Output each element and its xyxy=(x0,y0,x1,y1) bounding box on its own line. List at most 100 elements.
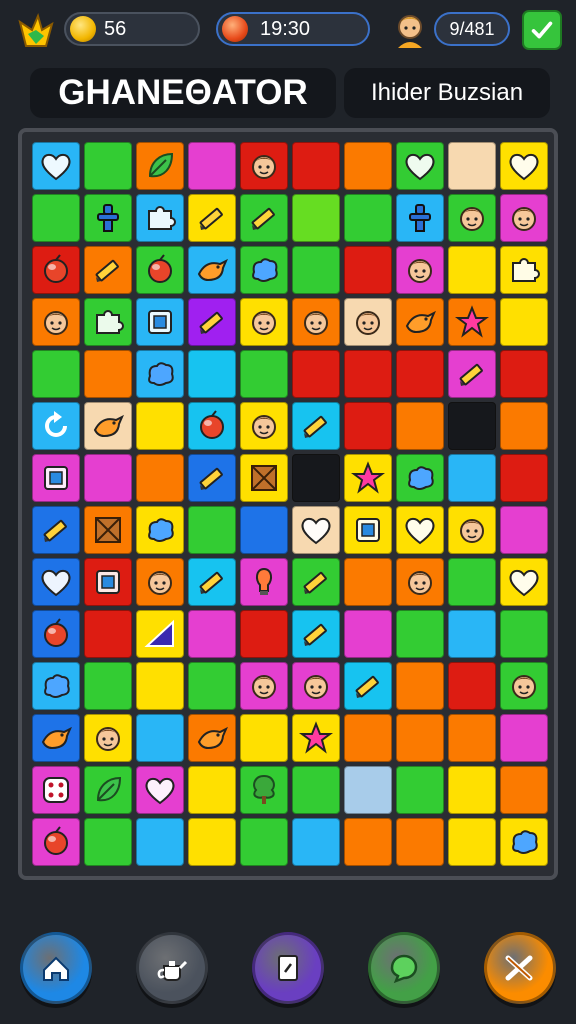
nav-tools-button[interactable] xyxy=(484,932,556,1004)
tile[interactable] xyxy=(136,818,184,866)
tile-face[interactable] xyxy=(240,662,288,710)
tile-face[interactable] xyxy=(84,714,132,762)
tile-heart[interactable] xyxy=(500,558,548,606)
tile-star[interactable] xyxy=(292,714,340,762)
tile-face[interactable] xyxy=(448,194,496,242)
tile[interactable] xyxy=(188,350,236,398)
tile-star[interactable] xyxy=(344,454,392,502)
tile-face[interactable] xyxy=(292,298,340,346)
tile-box[interactable] xyxy=(344,506,392,554)
tile-ball[interactable] xyxy=(32,818,80,866)
tile-triangle[interactable] xyxy=(136,610,184,658)
tile-face[interactable] xyxy=(448,506,496,554)
tile-puzzle[interactable] xyxy=(500,246,548,294)
tile[interactable] xyxy=(136,714,184,762)
tile[interactable] xyxy=(188,142,236,190)
tile[interactable] xyxy=(344,246,392,294)
tile[interactable] xyxy=(344,610,392,658)
tile-bird[interactable] xyxy=(188,714,236,762)
tile[interactable] xyxy=(448,818,496,866)
tile-crate[interactable] xyxy=(84,506,132,554)
tile[interactable] xyxy=(344,714,392,762)
tile[interactable] xyxy=(136,662,184,710)
tile[interactable] xyxy=(84,662,132,710)
tile-ball[interactable] xyxy=(32,246,80,294)
tile[interactable] xyxy=(396,610,444,658)
tile-pencil[interactable] xyxy=(188,194,236,242)
tile-pencil[interactable] xyxy=(84,246,132,294)
tile-heart[interactable] xyxy=(32,558,80,606)
tile-blob[interactable] xyxy=(136,350,184,398)
tile[interactable] xyxy=(448,610,496,658)
tile[interactable] xyxy=(396,766,444,814)
tile-box[interactable] xyxy=(136,298,184,346)
nav-social-button[interactable] xyxy=(368,932,440,1004)
tile[interactable] xyxy=(292,766,340,814)
tile-face[interactable] xyxy=(396,558,444,606)
tile[interactable] xyxy=(500,714,548,762)
tile-puzzle[interactable] xyxy=(136,194,184,242)
tile-face[interactable] xyxy=(500,662,548,710)
tile[interactable] xyxy=(292,142,340,190)
tile[interactable] xyxy=(32,194,80,242)
nav-cards-button[interactable] xyxy=(252,932,324,1004)
tile[interactable] xyxy=(500,454,548,502)
tile[interactable] xyxy=(344,142,392,190)
tile-face[interactable] xyxy=(396,246,444,294)
tile-heart[interactable] xyxy=(500,142,548,190)
tile-face[interactable] xyxy=(500,194,548,242)
tile[interactable] xyxy=(500,610,548,658)
tile-dice[interactable] xyxy=(32,766,80,814)
tile[interactable] xyxy=(448,454,496,502)
tile-ball[interactable] xyxy=(188,402,236,450)
tile-figure[interactable] xyxy=(84,194,132,242)
tile[interactable] xyxy=(396,662,444,710)
tile[interactable] xyxy=(396,402,444,450)
tile-puzzle[interactable] xyxy=(84,298,132,346)
tile-bird[interactable] xyxy=(188,246,236,294)
tile[interactable] xyxy=(448,662,496,710)
tile-bird[interactable] xyxy=(32,714,80,762)
tile[interactable] xyxy=(292,350,340,398)
tile[interactable] xyxy=(344,818,392,866)
tile-heart[interactable] xyxy=(292,506,340,554)
tile[interactable] xyxy=(292,246,340,294)
tile-blob[interactable] xyxy=(240,246,288,294)
tile-heart[interactable] xyxy=(136,766,184,814)
tile[interactable] xyxy=(448,766,496,814)
tile[interactable] xyxy=(188,818,236,866)
tile-figure[interactable] xyxy=(396,194,444,242)
tile[interactable] xyxy=(344,766,392,814)
tile[interactable] xyxy=(136,454,184,502)
tile-pencil[interactable] xyxy=(32,506,80,554)
tile-ball[interactable] xyxy=(136,246,184,294)
tile-tree[interactable] xyxy=(240,766,288,814)
tile-blob[interactable] xyxy=(136,506,184,554)
player-avatar[interactable] xyxy=(392,10,428,48)
tile[interactable] xyxy=(136,402,184,450)
tile[interactable] xyxy=(500,506,548,554)
tile-face[interactable] xyxy=(240,402,288,450)
tile[interactable] xyxy=(240,818,288,866)
tile[interactable] xyxy=(448,246,496,294)
tile[interactable] xyxy=(448,142,496,190)
tile-face[interactable] xyxy=(136,558,184,606)
tile-pencil[interactable] xyxy=(292,610,340,658)
tile[interactable] xyxy=(448,402,496,450)
tile[interactable] xyxy=(448,714,496,762)
tile-face[interactable] xyxy=(292,662,340,710)
tile-blob[interactable] xyxy=(396,454,444,502)
tile-pencil[interactable] xyxy=(292,558,340,606)
tile-pencil[interactable] xyxy=(448,350,496,398)
tile-pencil[interactable] xyxy=(188,298,236,346)
tile[interactable] xyxy=(500,402,548,450)
tile-heart[interactable] xyxy=(396,506,444,554)
nav-home-button[interactable] xyxy=(20,932,92,1004)
tile[interactable] xyxy=(188,662,236,710)
tile-pencil[interactable] xyxy=(292,402,340,450)
tile[interactable] xyxy=(188,610,236,658)
tile-face[interactable] xyxy=(344,298,392,346)
tile[interactable] xyxy=(344,350,392,398)
tile-blob[interactable] xyxy=(500,818,548,866)
tile[interactable] xyxy=(32,350,80,398)
